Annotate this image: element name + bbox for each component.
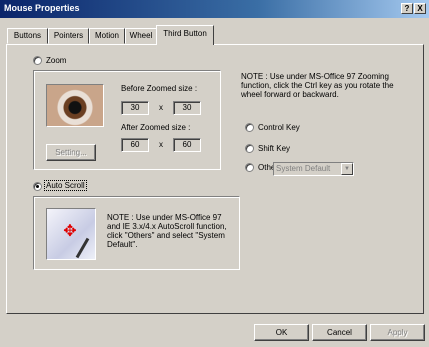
tab-pointers[interactable]: Pointers [48, 28, 89, 44]
shift-key-radio[interactable] [245, 144, 254, 153]
auto-scroll-radio[interactable] [33, 182, 42, 191]
after-width-field[interactable]: 60 [121, 138, 149, 152]
control-key-radio[interactable] [245, 123, 254, 132]
apply-button[interactable]: Apply [370, 324, 425, 341]
after-zoomed-label: After Zoomed size : [121, 123, 191, 132]
ctrl-note: NOTE : Use under MS-Office 97 Zooming fu… [241, 72, 394, 99]
setting-button[interactable]: Setting... [46, 144, 96, 161]
eye-image [46, 84, 104, 127]
cancel-button[interactable]: Cancel [312, 324, 367, 341]
control-key-label: Control Key [258, 123, 300, 132]
others-radio[interactable] [245, 163, 254, 172]
others-select[interactable]: System Default ▼ [273, 162, 354, 176]
times-sign: x [159, 103, 163, 112]
before-width-field[interactable]: 30 [121, 101, 149, 115]
ok-button[interactable]: OK [254, 324, 309, 341]
shift-key-label: Shift Key [258, 144, 291, 153]
window-title: Mouse Properties [4, 3, 80, 13]
after-height-field[interactable]: 60 [173, 138, 201, 152]
tab-third-button[interactable]: Third Button [156, 25, 214, 45]
before-height-field[interactable]: 30 [173, 101, 201, 115]
tab-buttons[interactable]: Buttons [7, 28, 48, 44]
help-button[interactable]: ? [401, 3, 413, 14]
before-zoomed-label: Before Zoomed size : [121, 84, 198, 93]
close-button[interactable]: X [414, 3, 426, 14]
zoom-label: Zoom [46, 56, 67, 65]
move-cursor-icon: ✥ [63, 223, 77, 240]
others-select-value: System Default [276, 164, 331, 173]
mouse-properties-window: Mouse Properties ? X Buttons Pointers Mo… [0, 0, 429, 347]
zoom-radio[interactable] [33, 56, 42, 65]
title-bar[interactable]: Mouse Properties ? X [0, 0, 429, 18]
tab-wheel[interactable]: Wheel [125, 28, 157, 44]
autoscroll-cursor-image: ✥ [46, 208, 96, 260]
chevron-down-icon[interactable]: ▼ [341, 163, 353, 175]
auto-scroll-label: Auto Scroll [44, 180, 87, 191]
tab-motion[interactable]: Motion [89, 28, 125, 44]
auto-scroll-note: NOTE : Use under MS-Office 97 and IE 3.x… [107, 213, 227, 249]
times-sign: x [159, 140, 163, 149]
